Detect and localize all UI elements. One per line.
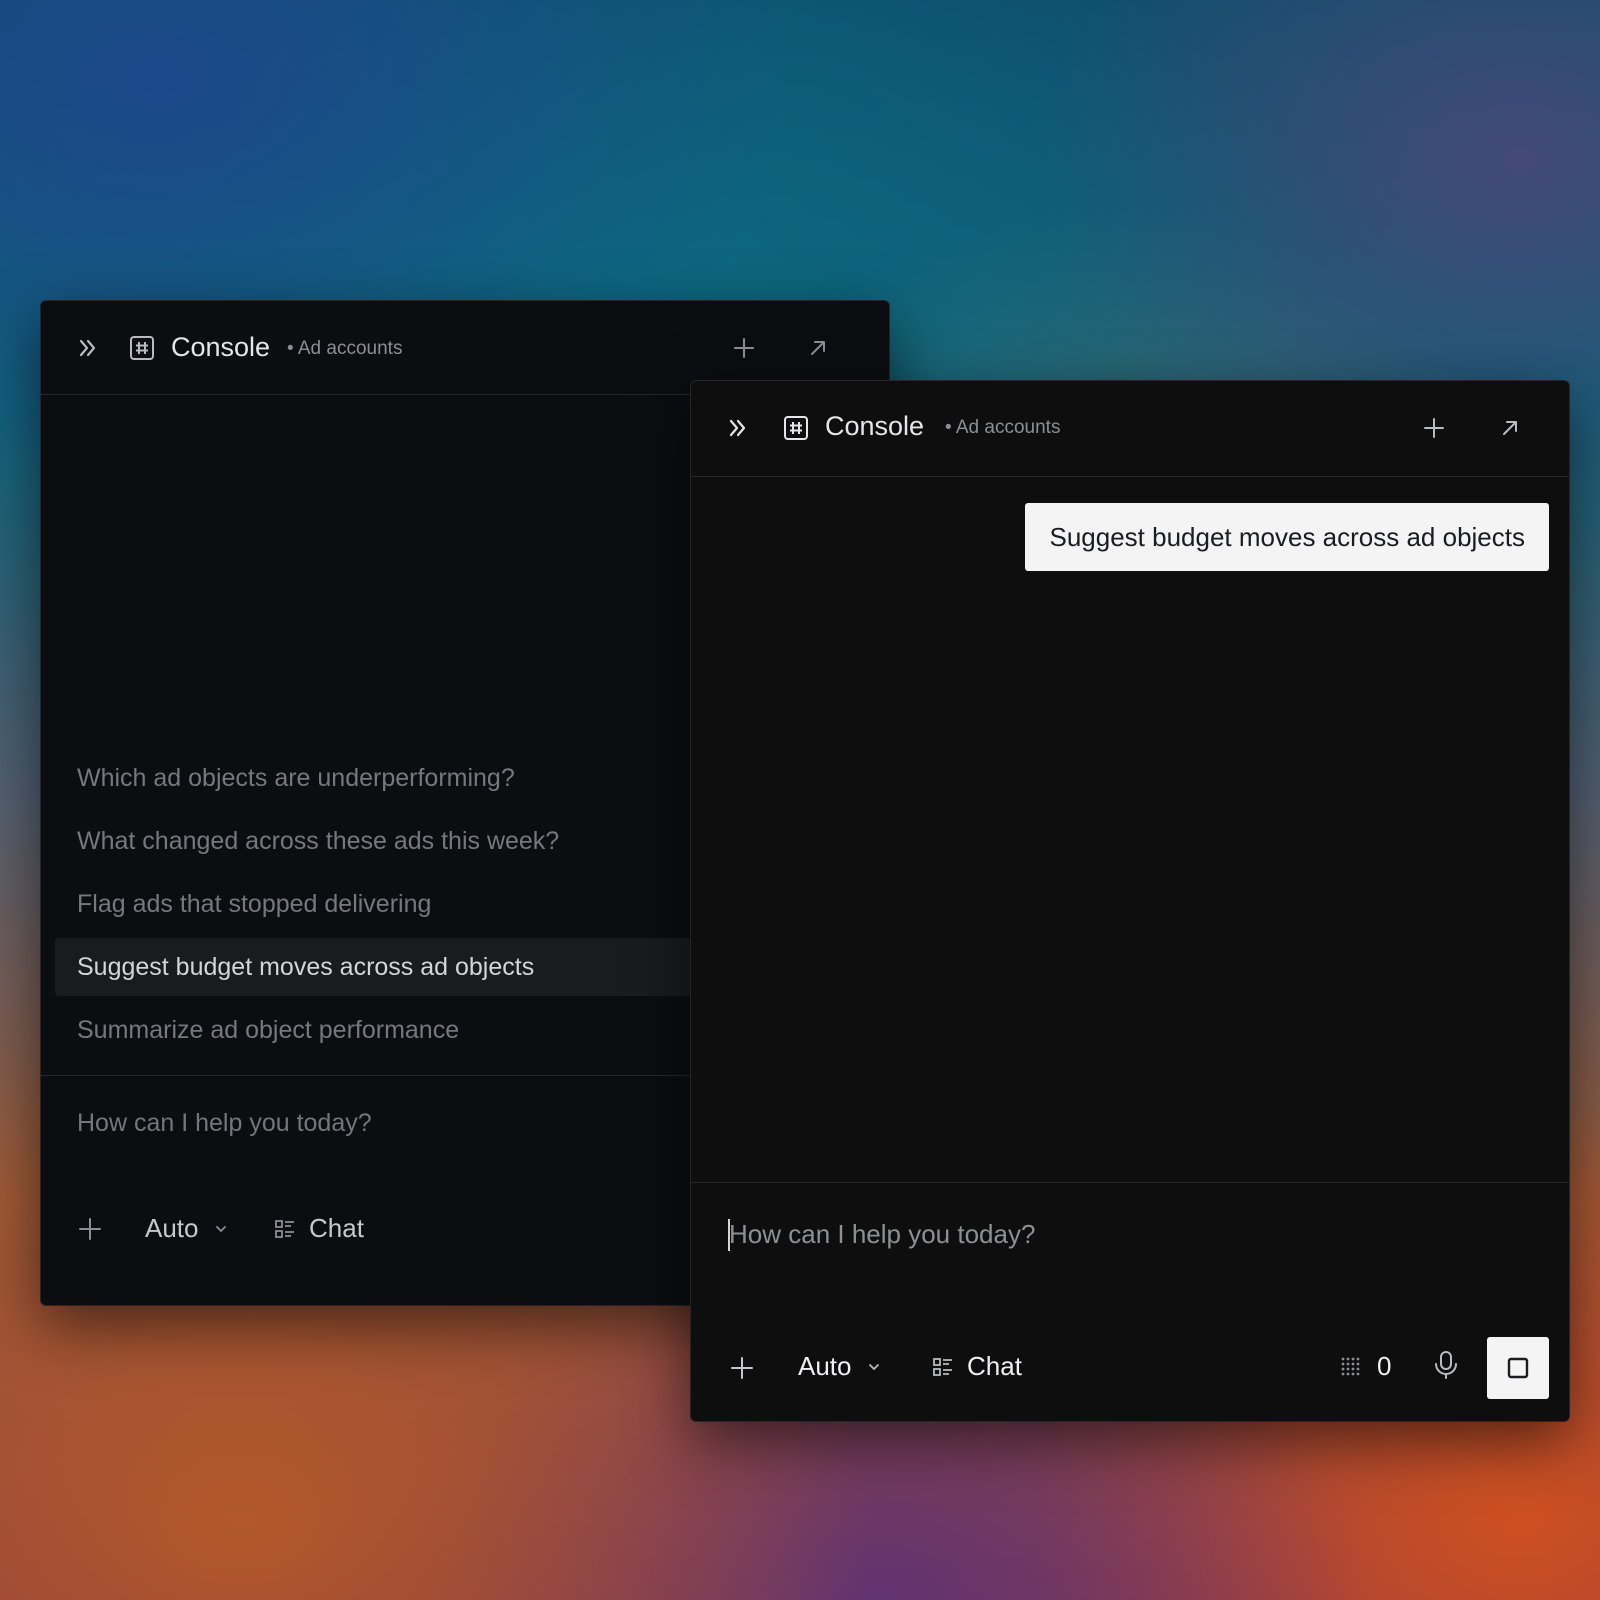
suggestion-item-active[interactable]: Suggest budget moves across ad objects <box>55 938 755 996</box>
microphone-icon <box>1435 1351 1457 1379</box>
suggestion-item[interactable]: Flag ads that stopped delivering <box>55 875 755 933</box>
prompt-input[interactable]: How can I help you today? <box>77 1109 372 1138</box>
window-title: Console <box>171 332 271 362</box>
chevron-down-icon <box>868 1363 879 1370</box>
window-subtitle: • Ad accounts <box>945 417 1061 438</box>
list-icon <box>275 1219 294 1238</box>
attach-button[interactable] <box>77 1216 103 1242</box>
plus-icon[interactable] <box>725 329 763 367</box>
voice-button[interactable] <box>1431 1349 1461 1381</box>
token-count: 0 <box>1377 1351 1392 1381</box>
mode-button[interactable]: Chat <box>273 1213 364 1244</box>
list-icon <box>933 1357 952 1376</box>
mode-button[interactable]: Chat <box>931 1351 1022 1382</box>
grid-dots-icon <box>1341 1357 1360 1375</box>
chevrons-right-icon[interactable] <box>71 331 105 365</box>
token-counter[interactable]: 0 <box>1339 1351 1391 1382</box>
attach-button[interactable] <box>729 1355 755 1381</box>
user-message-bubble: Suggest budget moves across ad objects <box>1025 503 1549 571</box>
suggestion-item[interactable]: What changed across these ads this week? <box>55 812 755 870</box>
model-dropdown[interactable]: Auto <box>798 1351 882 1382</box>
plus-icon <box>731 1357 753 1379</box>
window-subtitle: • Ad accounts <box>287 338 403 359</box>
console-window-front: Console • Ad accounts Suggest budget mov… <box>690 380 1570 1422</box>
chevron-down-icon <box>215 1225 226 1232</box>
suggestion-item[interactable]: Summarize ad object performance <box>55 1001 755 1059</box>
model-label: Auto <box>798 1351 852 1381</box>
suggestion-item[interactable]: Which ad objects are underperforming? <box>55 749 755 807</box>
model-dropdown[interactable]: Auto <box>145 1213 229 1244</box>
model-label: Auto <box>145 1213 199 1243</box>
hash-square-icon <box>777 409 815 447</box>
window-title: Console <box>825 411 925 441</box>
arrow-up-right-icon[interactable] <box>799 329 837 367</box>
titlebar: Console • Ad accounts <box>691 381 1569 477</box>
plus-icon[interactable] <box>1415 409 1453 447</box>
stop-square-icon <box>1507 1357 1529 1379</box>
mode-label: Chat <box>967 1351 1022 1381</box>
prompt-input[interactable]: How can I help you today? <box>729 1219 1035 1250</box>
arrow-up-right-icon[interactable] <box>1491 409 1529 447</box>
divider <box>691 1182 1569 1183</box>
plus-icon <box>79 1218 101 1240</box>
mode-label: Chat <box>309 1213 364 1243</box>
chevrons-right-icon[interactable] <box>721 411 755 445</box>
stop-button[interactable] <box>1487 1337 1549 1399</box>
hash-square-icon <box>123 329 161 367</box>
